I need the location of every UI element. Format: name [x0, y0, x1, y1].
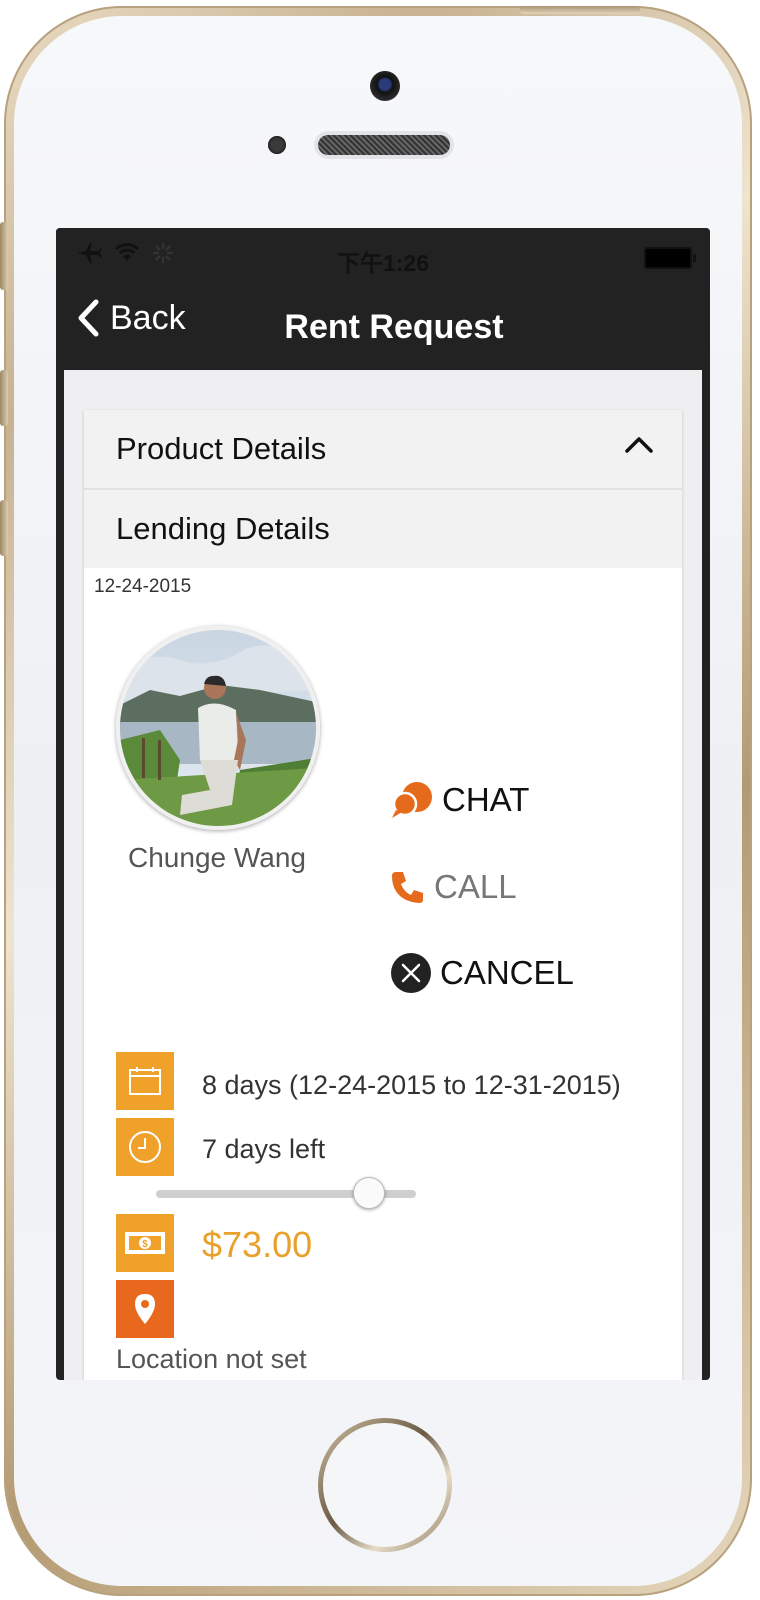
rental-price: $73.00	[202, 1224, 313, 1265]
page-title: Rent Request	[284, 308, 504, 346]
accordion-lending-details[interactable]: Lending Details	[84, 490, 682, 568]
proximity-sensor	[268, 136, 286, 154]
call-button[interactable]: CALL	[390, 868, 517, 906]
avatar[interactable]	[116, 626, 320, 830]
request-date: 12-24-2015	[94, 576, 192, 597]
accordion-label: Product Details	[116, 431, 327, 466]
status-time: 下午1:26	[336, 250, 430, 276]
request-card: Product Details Lending Details 12-24-20…	[84, 410, 682, 1380]
accordion-product-details[interactable]: Product Details	[84, 410, 682, 490]
nav-bar: Back Rent Request	[56, 282, 710, 370]
clock-icon	[116, 1118, 174, 1176]
chat-button[interactable]: CHAT	[390, 780, 529, 820]
user-name: Chunge Wang	[128, 842, 306, 873]
calendar-icon	[116, 1052, 174, 1110]
svg-text:$: $	[142, 1239, 148, 1250]
location-text: Location not set	[116, 1344, 307, 1374]
time-left: 7 days left	[202, 1134, 326, 1164]
close-circle-icon	[391, 953, 431, 993]
screen: 下午1:26 Back Rent Request Product Details…	[56, 228, 710, 1380]
accordion-label: Lending Details	[116, 511, 330, 546]
volume-down-button	[0, 500, 8, 556]
rental-duration: 8 days (12-24-2015 to 12-31-2015)	[202, 1070, 621, 1100]
content-area: Product Details Lending Details 12-24-20…	[64, 370, 702, 1380]
money-icon: $	[116, 1214, 174, 1272]
volume-up-button	[0, 370, 8, 426]
chevron-up-icon	[625, 437, 653, 453]
power-button	[520, 6, 640, 14]
earpiece-speaker	[318, 135, 450, 155]
location-pin-icon	[116, 1280, 174, 1338]
status-bar: 下午1:26	[56, 228, 710, 282]
chat-bubbles-icon	[392, 782, 432, 818]
avatar-photo	[120, 630, 316, 826]
home-button[interactable]	[318, 1418, 452, 1552]
call-label: CALL	[434, 868, 517, 905]
cancel-button[interactable]: CANCEL	[390, 952, 574, 994]
phone-icon	[392, 872, 423, 903]
battery-icon	[644, 247, 696, 269]
chat-label: CHAT	[442, 781, 530, 818]
rental-progress-thumb[interactable]	[353, 1177, 386, 1209]
mute-switch	[0, 222, 8, 290]
cancel-label: CANCEL	[440, 954, 574, 991]
front-camera	[370, 71, 400, 101]
